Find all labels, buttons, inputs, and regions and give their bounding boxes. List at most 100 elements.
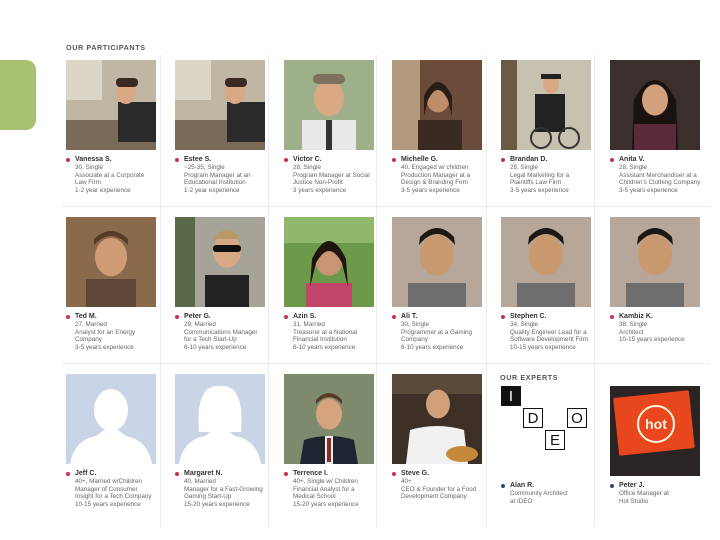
person-name: Anita V.: [610, 156, 715, 164]
person-info: Steve G. 40+ CEO & Founder for a Food Dev…: [392, 470, 497, 501]
silhouette-female-photo: [175, 374, 265, 464]
person-description: 28, Single Assistant Merchandiser at a C…: [619, 164, 701, 194]
person-name-text: Brandan D.: [510, 156, 548, 163]
person-description: 40, Engaged w/ children Production Manag…: [401, 164, 470, 194]
man-with-bicycle-photo: [501, 60, 591, 150]
ideo-logo-letter: I: [501, 386, 521, 406]
person-info: Alan R. Community Architect at IDEO: [501, 482, 606, 505]
column-divider: [594, 55, 595, 527]
person-info: Victor C. 28, Single Program Manager at S…: [284, 156, 389, 194]
bullet-dot: [610, 158, 614, 162]
person-description: 40+, Married w/Children Manager of Consu…: [75, 478, 152, 508]
person-info: Ted M. 27, Married Analyst for an Energy …: [66, 313, 171, 351]
participants-heading: OUR PARTICIPANTS: [66, 43, 146, 52]
person-name: Ali T.: [392, 313, 497, 321]
person-description: Office Manager at Hot Studio: [619, 490, 669, 505]
bullet-dot: [66, 315, 70, 319]
person-info: Estee S. ~25-35, Single Program Manager a…: [175, 156, 280, 194]
row-divider: [62, 206, 710, 207]
person-info: Michelle G. 40, Engaged w/ children Produ…: [392, 156, 497, 194]
column-divider: [160, 55, 161, 527]
person-description: 34, Single Quality Engineer Lead for a S…: [510, 321, 589, 351]
person-name-text: Steve G.: [401, 470, 430, 477]
bullet-dot: [501, 158, 505, 162]
bullet-dot: [610, 315, 614, 319]
person-name: Brandan D.: [501, 156, 606, 164]
person-name: Victor C.: [284, 156, 389, 164]
bullet-dot: [284, 472, 288, 476]
bullet-dot: [284, 158, 288, 162]
column-divider: [376, 55, 377, 527]
experts-heading: OUR EXPERTS: [500, 373, 559, 382]
person-info: Kambiz K. 38, Single Architect 10-15 year…: [610, 313, 715, 344]
hot-studio-sign-photo: hot: [610, 386, 700, 476]
bullet-dot: [392, 472, 396, 476]
person-at-desk-photo: [66, 60, 156, 150]
bullet-dot: [284, 315, 288, 319]
person-name: Steve G.: [392, 470, 497, 478]
man-portrait-photo: [610, 217, 700, 307]
man-portrait-photo: [392, 217, 482, 307]
man-in-suit-photo: [284, 374, 374, 464]
person-description: 31, Married Treasurer at a National Fina…: [293, 321, 358, 351]
bullet-dot: [501, 484, 505, 488]
person-name: Ted M.: [66, 313, 171, 321]
section-tab: [0, 60, 36, 130]
person-name: Azin S.: [284, 313, 389, 321]
person-name: Peter J.: [610, 482, 715, 490]
person-name: Peter G.: [175, 313, 280, 321]
person-name: Estee S.: [175, 156, 280, 164]
bullet-dot: [66, 158, 70, 162]
person-name: Stephen C.: [501, 313, 606, 321]
hot-sign-text: hot: [645, 416, 667, 432]
person-description: 30, Single Associate at a Corporate Law …: [75, 164, 145, 194]
silhouette-male-photo: [66, 374, 156, 464]
person-description: 40, Married Manager for a Fast-Growing G…: [184, 478, 263, 508]
smiling-woman-photo: [610, 60, 700, 150]
person-name: Kambiz K.: [610, 313, 715, 321]
smiling-man-cap-photo: [284, 60, 374, 150]
bullet-dot: [610, 484, 614, 488]
person-info: Ali T. 30, Single Programmer at a Gaming …: [392, 313, 497, 351]
person-name-text: Ted M.: [75, 313, 97, 320]
person-description: 40+, Single w/ Children Financial Analys…: [293, 478, 359, 508]
ideo-logo: IDEO: [501, 386, 591, 476]
bullet-dot: [175, 158, 179, 162]
person-name: Vanessa S.: [66, 156, 171, 164]
person-name-text: Terrence I.: [293, 470, 328, 477]
person-info: Terrence I. 40+, Single w/ Children Finan…: [284, 470, 389, 508]
person-info: Margaret N. 40, Married Manager for a Fas…: [175, 470, 280, 508]
man-sunglasses-photo: [175, 217, 265, 307]
woman-outdoors-photo: [284, 217, 374, 307]
person-name-text: Ali T.: [401, 313, 418, 320]
person-name-text: Peter J.: [619, 482, 645, 489]
person-name: Terrence I.: [284, 470, 389, 478]
bullet-dot: [501, 315, 505, 319]
person-name-text: Margaret N.: [184, 470, 223, 477]
person-name-text: Estee S.: [184, 156, 212, 163]
person-description: 28, Single Legal Marketing for a Plainti…: [510, 164, 570, 194]
bullet-dot: [392, 158, 396, 162]
bullet-dot: [175, 472, 179, 476]
person-at-desk-photo: [175, 60, 265, 150]
person-description: Community Architect at IDEO: [510, 490, 568, 505]
person-description: 30, Single Programmer at a Gaming Compan…: [401, 321, 473, 351]
person-description: 27, Married Analyst for an Energy Compan…: [75, 321, 136, 351]
column-divider: [268, 55, 269, 527]
person-description: 40+ CEO & Founder for a Food Development…: [401, 478, 477, 501]
person-info: Jeff C. 40+, Married w/Children Manager o…: [66, 470, 171, 508]
person-name: Margaret N.: [175, 470, 280, 478]
man-portrait-photo: [501, 217, 591, 307]
row-divider: [62, 363, 710, 364]
person-info: Peter G. 29, Married Communications Manag…: [175, 313, 280, 351]
person-name-text: Vanessa S.: [75, 156, 112, 163]
bullet-dot: [66, 472, 70, 476]
person-name-text: Jeff C.: [75, 470, 97, 477]
person-info: Peter J. Office Manager at Hot Studio: [610, 482, 715, 505]
person-description: 29, Married Communications Manager for a…: [184, 321, 258, 351]
person-description: 38, Single Architect 10-15 years experie…: [619, 321, 685, 344]
ideo-logo-letter: D: [523, 408, 543, 428]
person-name-text: Kambiz K.: [619, 313, 653, 320]
bullet-dot: [392, 315, 396, 319]
woman-indoors-photo: [392, 60, 482, 150]
